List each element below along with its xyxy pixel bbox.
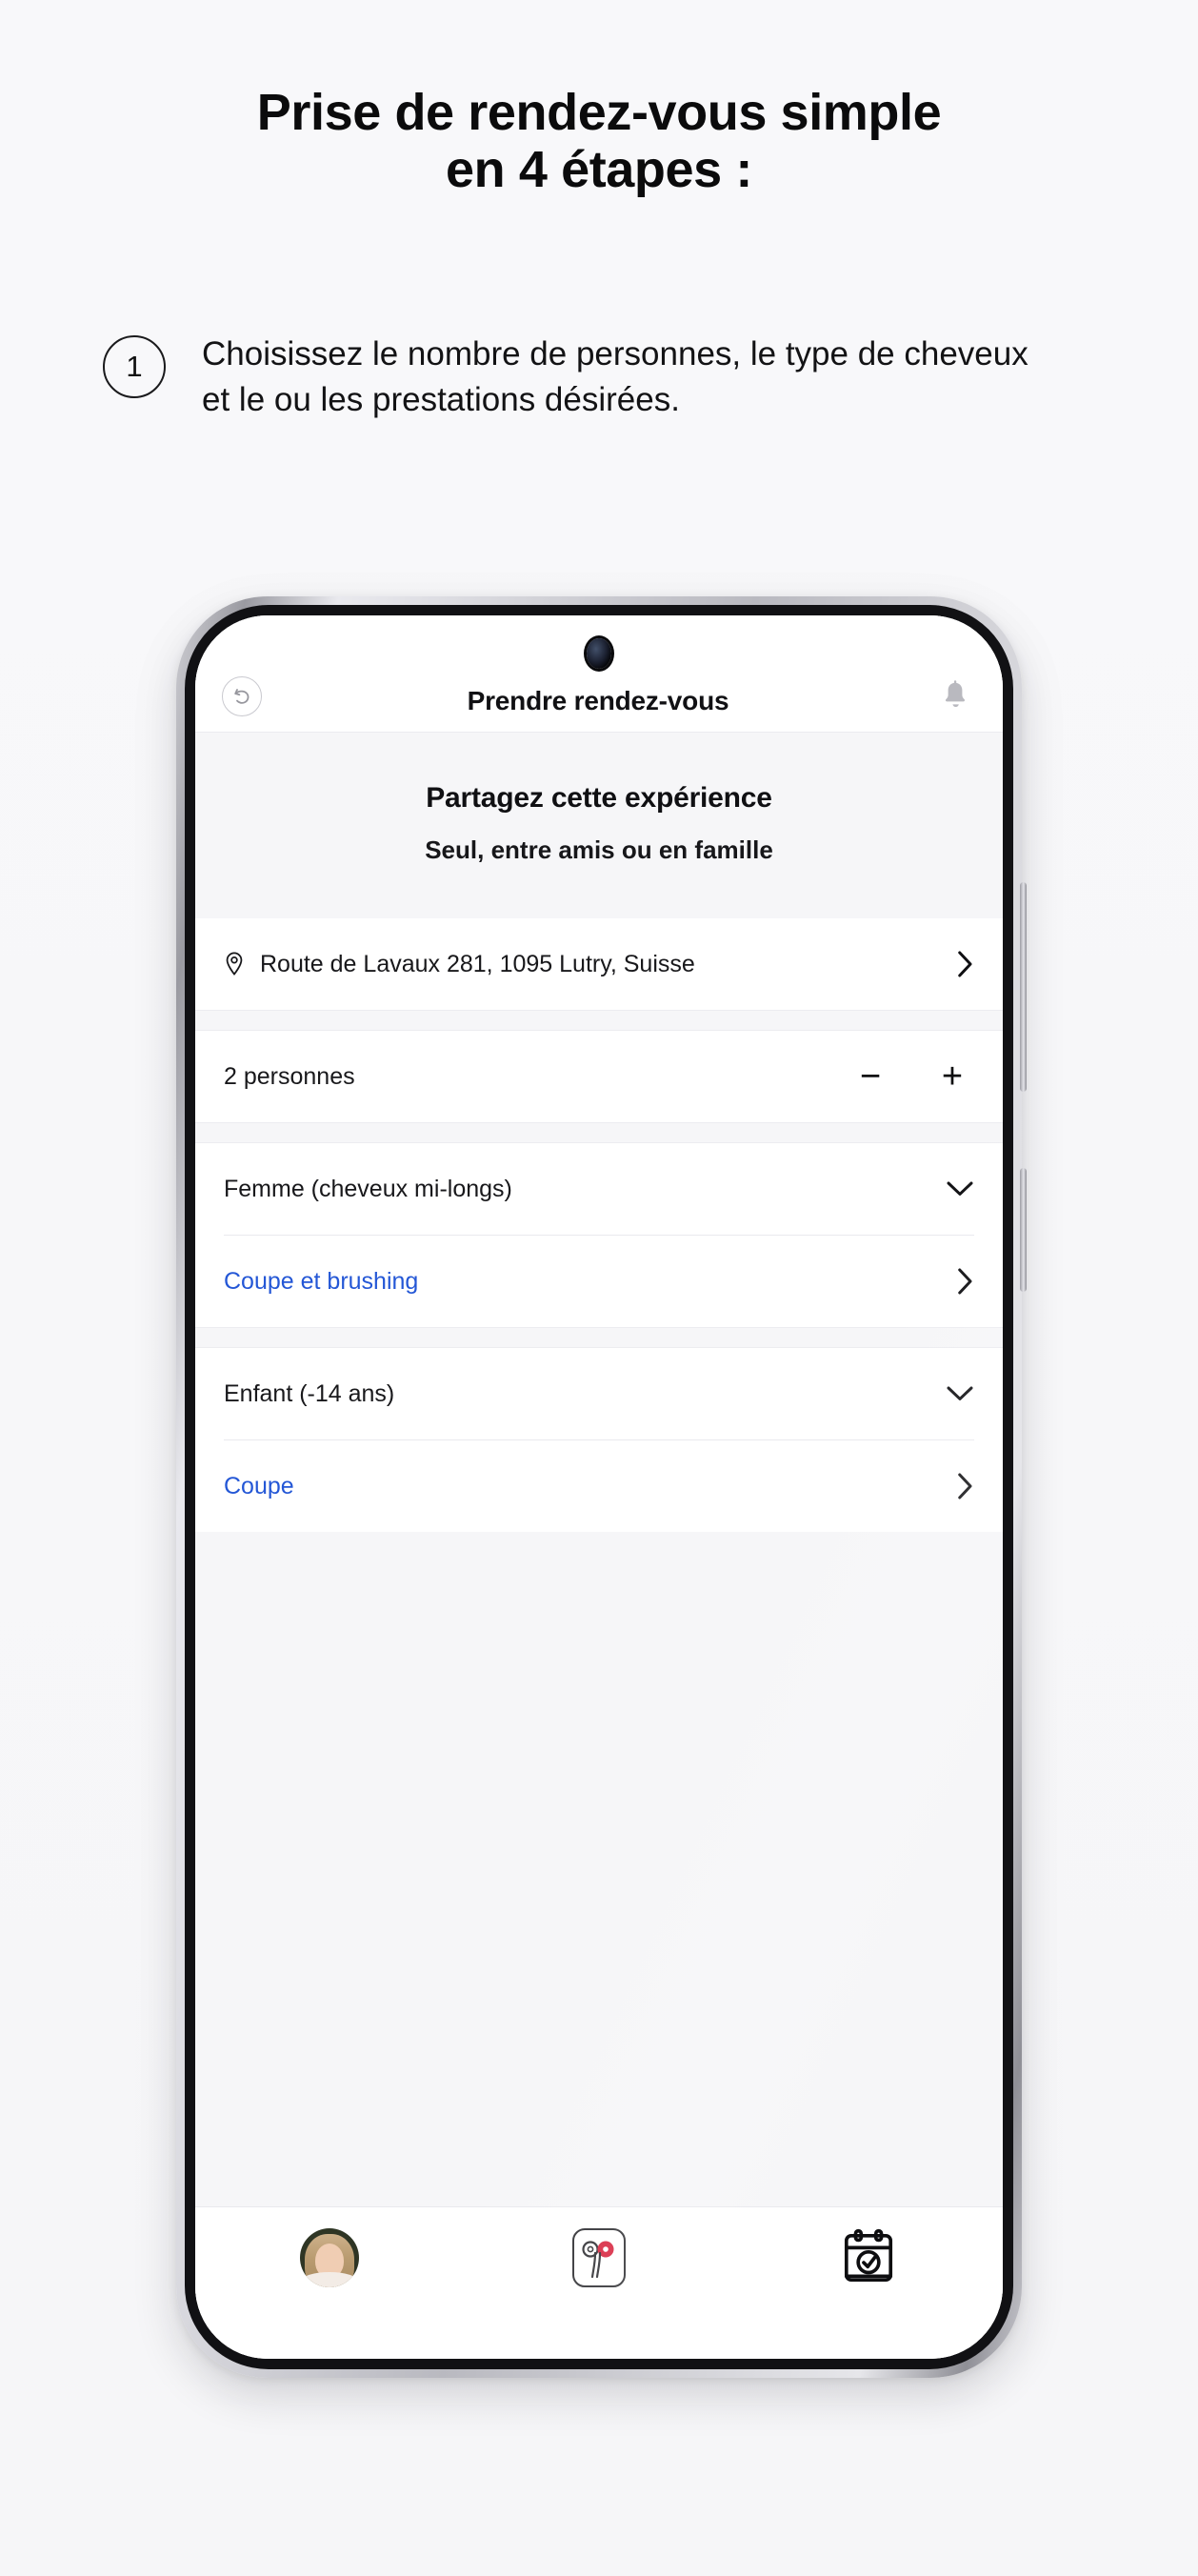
hair-type-label-2: Enfant (-14 ans)	[224, 1379, 395, 1407]
hair-type-label-1: Femme (cheveux mi-longs)	[224, 1175, 512, 1202]
persons-label: 2 personnes	[224, 1062, 355, 1090]
back-undo-icon[interactable]	[222, 676, 262, 716]
persons-row: 2 personnes − +	[195, 1031, 1003, 1122]
chevron-right-icon	[955, 1472, 974, 1500]
chevron-right-icon	[955, 950, 974, 978]
bell-icon[interactable]	[934, 674, 976, 716]
front-camera	[587, 638, 611, 669]
hero-banner: Partagez cette expérience Seul, entre am…	[195, 732, 1003, 918]
address-label: Route de Lavaux 281, 1095 Lutry, Suisse	[260, 950, 695, 977]
chevron-down-icon	[946, 1384, 974, 1403]
tab-booking[interactable]	[465, 2228, 734, 2287]
service-row-1[interactable]: Coupe et brushing	[195, 1236, 1003, 1327]
appbar-title: Prendre rendez-vous	[467, 686, 729, 715]
section-divider	[195, 1010, 1003, 1031]
service-row-2[interactable]: Coupe	[195, 1440, 1003, 1532]
chevron-down-icon	[946, 1179, 974, 1198]
bottom-tab-bar	[195, 2206, 1003, 2359]
headline-line-2: en 4 étapes :	[446, 141, 752, 199]
service-label-1: Coupe et brushing	[224, 1267, 419, 1295]
chevron-right-icon	[955, 1267, 974, 1296]
section-divider	[195, 1122, 1003, 1143]
tab-profile[interactable]	[195, 2228, 465, 2287]
location-pin-icon	[224, 952, 245, 976]
hair-type-row-2[interactable]: Enfant (-14 ans)	[195, 1348, 1003, 1439]
section-divider	[195, 1327, 1003, 1348]
quantity-stepper: − +	[854, 1058, 974, 1095]
page-title: Prise de rendez-vous simple en 4 étapes …	[0, 84, 1198, 199]
app-header: Prendre rendez-vous	[195, 615, 1003, 732]
appointment-app: Prendre rendez-vous Partagez cette expér…	[195, 615, 1003, 2359]
promo-page: Prise de rendez-vous simple en 4 étapes …	[0, 0, 1198, 2576]
hero-subtitle: Seul, entre amis ou en famille	[425, 835, 773, 864]
power-button[interactable]	[1020, 1168, 1027, 1292]
avatar-shoulder	[302, 2272, 358, 2287]
content-filler	[195, 1532, 1003, 2206]
headline-line-1: Prise de rendez-vous simple	[256, 84, 942, 141]
hero-title: Partagez cette expérience	[426, 782, 772, 814]
step-number-badge: 1	[103, 335, 166, 398]
step-block: 1 Choisissez le nombre de personnes, le …	[103, 332, 1055, 422]
phone-mockup: Prendre rendez-vous Partagez cette expér…	[176, 596, 1027, 2378]
service-label-2: Coupe	[224, 1472, 294, 1499]
address-row[interactable]: Route de Lavaux 281, 1095 Lutry, Suisse	[195, 918, 1003, 1010]
step-description: Choisissez le nombre de personnes, le ty…	[202, 335, 1028, 418]
avatar	[300, 2228, 360, 2287]
calendar-check-icon	[841, 2228, 896, 2292]
increment-button[interactable]: +	[936, 1058, 968, 1095]
hair-type-row-1[interactable]: Femme (cheveux mi-longs)	[195, 1143, 1003, 1235]
phone-screen: Prendre rendez-vous Partagez cette expér…	[195, 615, 1003, 2359]
volume-button[interactable]	[1020, 882, 1027, 1092]
decrement-button[interactable]: −	[854, 1058, 887, 1095]
tab-appointments[interactable]	[733, 2228, 1003, 2292]
step-number: 1	[126, 350, 143, 383]
app-logo-scissors-icon	[572, 2228, 626, 2287]
